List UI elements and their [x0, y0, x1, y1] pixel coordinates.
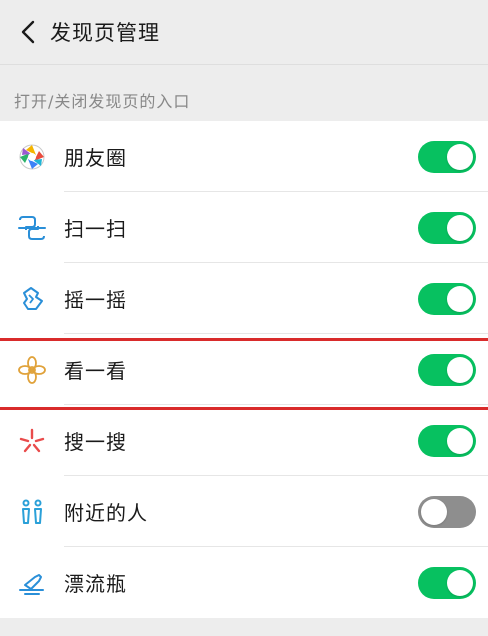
- list-item-moments[interactable]: 朋友圈: [0, 121, 488, 192]
- list-item-label: 扫一扫: [64, 217, 127, 241]
- list-item-label: 朋友圈: [64, 146, 127, 170]
- list-item-label: 摇一摇: [64, 288, 127, 312]
- scan-icon: [16, 212, 48, 244]
- toggle-knob: [447, 285, 473, 312]
- list-item-drift-bottle[interactable]: 漂流瓶: [0, 547, 488, 618]
- shake-toggle[interactable]: [418, 282, 476, 315]
- discover-entry-list: 朋友圈 扫一扫 摇一摇 看一看 搜一搜 附近的人 漂流瓶: [0, 121, 488, 618]
- back-button[interactable]: [8, 0, 48, 64]
- drift-bottle-icon: [16, 567, 48, 599]
- toggle-knob: [421, 498, 447, 525]
- chevron-left-icon: [21, 20, 35, 44]
- people-nearby-toggle[interactable]: [418, 495, 476, 528]
- list-item-label: 附近的人: [64, 501, 148, 525]
- drift-bottle-toggle[interactable]: [418, 566, 476, 599]
- toggle-knob: [447, 356, 473, 383]
- list-item-label: 搜一搜: [64, 430, 127, 454]
- list-item-label: 漂流瓶: [64, 572, 127, 596]
- top-stories-icon: [16, 354, 48, 386]
- toggle-knob: [447, 427, 473, 454]
- search-toggle[interactable]: [418, 424, 476, 457]
- toggle-knob: [447, 143, 473, 170]
- list-item-shake[interactable]: 摇一摇: [0, 263, 488, 334]
- shake-icon: [16, 283, 48, 315]
- top-stories-toggle[interactable]: [418, 353, 476, 386]
- people-nearby-icon: [16, 496, 48, 528]
- moments-toggle[interactable]: [418, 140, 476, 173]
- moments-icon: [16, 141, 48, 173]
- section-label: 打开/关闭发现页的入口: [14, 92, 191, 111]
- list-item-top-stories[interactable]: 看一看: [0, 334, 488, 405]
- search-icon: [16, 425, 48, 457]
- toggle-knob: [447, 569, 473, 596]
- list-item-label: 看一看: [64, 359, 127, 383]
- scan-toggle[interactable]: [418, 211, 476, 244]
- toggle-knob: [447, 214, 473, 241]
- list-item-scan[interactable]: 扫一扫: [0, 192, 488, 263]
- list-item-search[interactable]: 搜一搜: [0, 405, 488, 476]
- list-item-people-nearby[interactable]: 附近的人: [0, 476, 488, 547]
- page-title: 发现页管理: [50, 21, 160, 45]
- nav-bar: 发现页管理: [0, 0, 488, 65]
